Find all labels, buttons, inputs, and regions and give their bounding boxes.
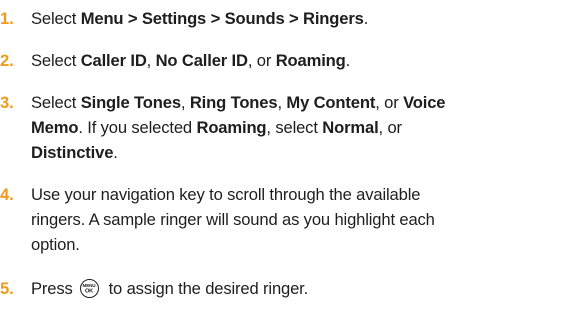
step-line: Use your navigation key to scroll throug… [31,185,421,204]
text-segment: Select [31,9,81,28]
step-line: Select Caller ID, No Caller ID, or Roami… [31,48,579,73]
menu-path: Menu > Settings > Sounds > Ringers [80,9,364,28]
menu-ok-key-icon: MENU OK [80,279,100,298]
option-my-content: My Content [286,93,376,112]
text-segment: , [180,93,190,112]
option-normal: Normal [322,118,379,137]
step-number: 1. [0,9,14,28]
step-number: 2. [0,51,14,70]
option-caller-id: Caller ID [80,51,147,70]
text-segment: Select [31,51,81,70]
text-segment: , or [247,51,276,70]
option-roaming: Roaming [275,51,346,70]
option-no-caller-id: No Caller ID [155,51,248,70]
text-segment: , or [378,118,403,137]
step-line: Select Menu > Settings > Sounds > Ringer… [31,6,579,31]
step-line: Press MENU OK to assign the desired ringe… [31,276,579,301]
step-text: Select Caller ID, No Caller ID, or Roami… [31,48,579,73]
step-number: 5. [0,279,14,298]
step-number: 3. [0,93,14,112]
step-line: ringers. A sample ringer will sound as y… [31,210,435,229]
key-icon-bottom-text: OK [85,289,93,295]
option-distinctive: Distinctive [31,143,114,162]
step-line: Select Single Tones, Ring Tones, My Cont… [31,90,579,115]
text-segment: . [345,51,351,70]
key-icon-top-text: MENU [83,283,97,288]
text-segment: Select [31,93,81,112]
step-text: Select Single Tones, Ring Tones, My Cont… [31,90,579,165]
text-segment: . [113,143,118,162]
text-segment: . If you selected [78,118,197,137]
step-text: Press MENU OK to assign the desired ringe… [31,276,579,301]
option-voice-memo: Memo [31,118,79,137]
text-segment: , [146,51,156,70]
step-line: Memo. If you selected Roaming, select No… [31,115,579,140]
text-segment: , select [266,118,323,137]
option-ring-tones: Ring Tones [189,93,278,112]
step-text: Use your navigation key to scroll throug… [31,182,579,257]
text-segment: to assign the desired ringer. [104,279,309,298]
option-roaming: Roaming [196,118,267,137]
option-single-tones: Single Tones [80,93,181,112]
text-segment: . [363,9,369,28]
text-segment: Press [31,279,78,298]
option-voice-memo: Voice [403,93,446,112]
step-line: option. [31,235,80,254]
text-segment: , or [375,93,404,112]
step-line: Distinctive. [31,140,579,165]
step-text: Select Menu > Settings > Sounds > Ringer… [31,6,579,31]
step-number: 4. [0,185,14,204]
